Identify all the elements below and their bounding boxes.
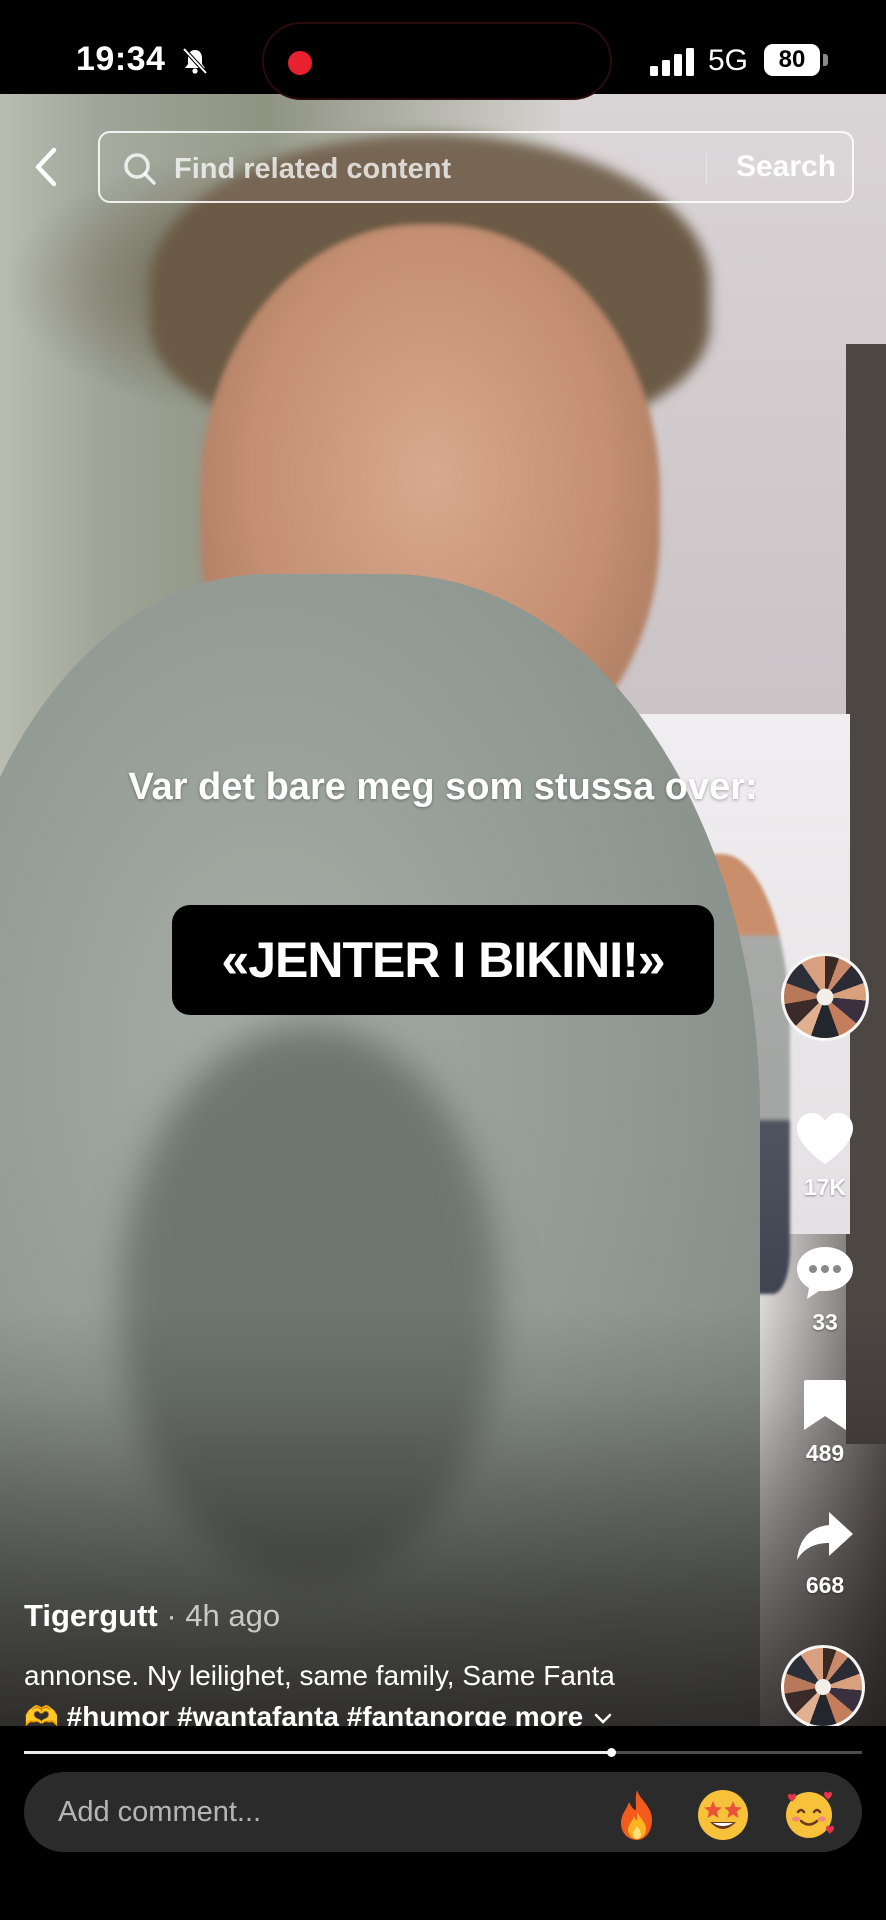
video-progress-bar[interactable] [24,1748,862,1757]
share-button[interactable]: 668 [775,1510,875,1599]
dynamic-island [262,22,612,100]
share-count: 668 [805,1572,845,1598]
heart-icon [797,1113,853,1164]
cellular-signal-icon [650,48,694,76]
post-author-line: Tigergutt · 4h ago [24,1598,280,1634]
author-name[interactable]: Tigergutt [24,1598,158,1633]
comment-bar [24,1772,862,1852]
network-type: 5G [708,44,749,77]
video-progress-thumb[interactable] [606,1748,616,1757]
creator-avatar[interactable] [781,953,869,1041]
like-button[interactable]: 17K [775,1112,875,1201]
comment-input[interactable] [58,1792,578,1832]
search-divider [706,153,707,185]
video-progress-fill [24,1751,611,1754]
search-button[interactable]: Search [720,133,852,201]
save-count: 489 [805,1440,845,1466]
like-count: 17K [803,1174,847,1200]
video-caption-text: Var det bare meg som stussa over: [128,766,758,808]
post-description: annonse. Ny leilighet, same family, Same… [24,1660,615,1691]
comment-count: 33 [812,1309,838,1335]
chevron-down-icon [594,1713,612,1724]
comment-button[interactable]: 33 [775,1245,875,1336]
video-caption-box: «JENTER I BIKINI!» [172,905,714,1015]
back-icon[interactable] [28,146,64,188]
smiling-face-with-hearts-emoji-icon [786,1791,834,1838]
bookmark-icon [804,1380,846,1430]
battery-icon: 80 [764,44,820,76]
smiling-face-with-hearts-emoji-button[interactable] [782,1788,836,1842]
recording-indicator-icon [288,51,312,75]
share-icon [797,1512,853,1560]
save-button[interactable]: 489 [775,1378,875,1467]
battery-cap [823,54,828,66]
comment-bubble-icon [797,1247,853,1299]
fire-emoji-icon [621,1790,652,1840]
status-bar: 19:34 5G 80 [0,0,886,100]
star-struck-emoji-button[interactable] [696,1788,750,1842]
fire-emoji-button[interactable] [610,1788,664,1842]
search-input[interactable] [174,149,694,189]
star-struck-emoji-icon [698,1790,748,1840]
post-time: · 4h ago [157,1598,281,1633]
status-time: 19:34 [76,40,166,78]
search-bar: Search [98,131,854,203]
sound-disc-avatar[interactable] [781,1645,865,1729]
bell-muted-icon [182,47,208,75]
search-icon [124,153,156,185]
